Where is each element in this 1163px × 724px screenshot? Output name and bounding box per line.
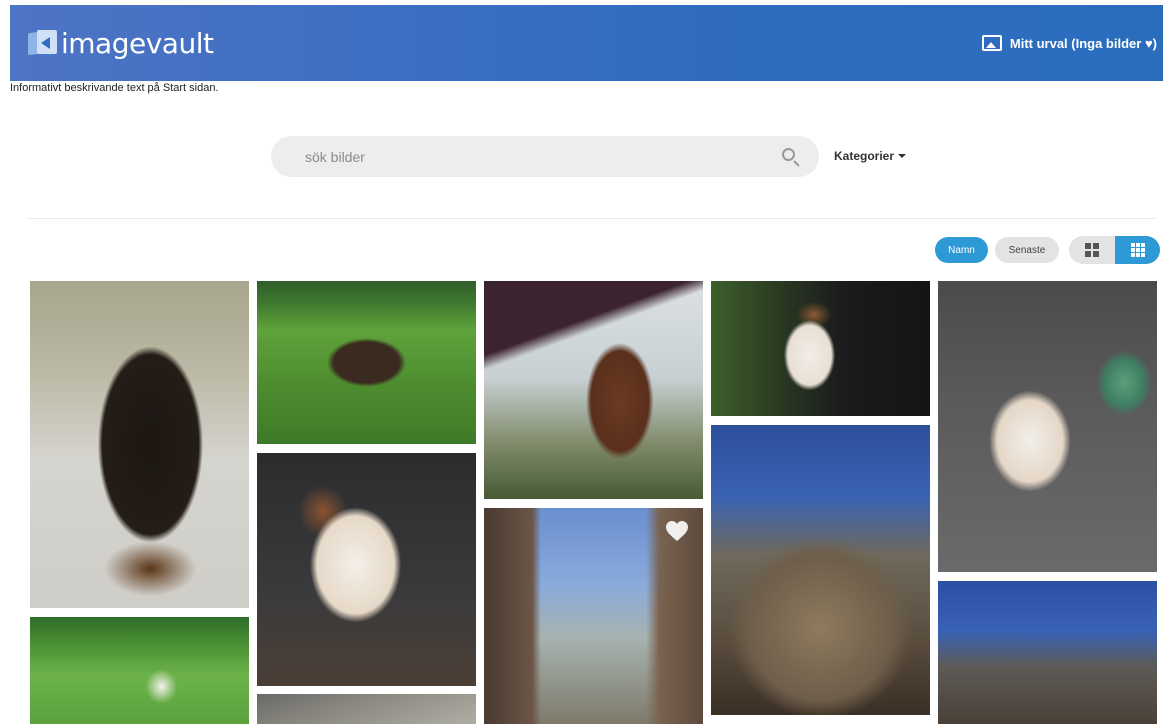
- sort-by-latest-button[interactable]: Senaste: [995, 237, 1059, 263]
- imagevault-logo-icon: [28, 28, 58, 58]
- logo-text: imagevault: [61, 26, 214, 60]
- my-selection-link[interactable]: Mitt urval (Inga bilder ♥): [981, 35, 1157, 51]
- small-grid-view-button[interactable]: [1115, 236, 1160, 264]
- gallery-image[interactable]: [257, 453, 476, 686]
- sort-by-name-button[interactable]: Namn: [935, 237, 988, 263]
- heart-icon[interactable]: [665, 520, 689, 542]
- logo[interactable]: imagevault: [28, 26, 214, 60]
- gallery-image[interactable]: [938, 581, 1157, 724]
- caret-down-icon: [898, 154, 907, 158]
- gallery-image[interactable]: [257, 281, 476, 444]
- search-icon[interactable]: [781, 147, 801, 167]
- search-input[interactable]: [305, 148, 781, 165]
- view-toggle: [1069, 236, 1160, 264]
- categories-dropdown[interactable]: Kategorier: [834, 149, 907, 163]
- gallery-image[interactable]: [30, 617, 249, 724]
- gallery-image[interactable]: [484, 281, 703, 499]
- large-grid-view-button[interactable]: [1069, 236, 1114, 264]
- my-selection-label: Mitt urval (Inga bilder ♥): [1009, 35, 1157, 51]
- gallery-image[interactable]: [711, 281, 930, 416]
- gallery-image[interactable]: [257, 694, 476, 724]
- large-grid-icon: [1084, 243, 1099, 257]
- small-grid-icon: [1130, 243, 1145, 257]
- categories-label: Kategorier: [834, 149, 895, 163]
- gallery-image[interactable]: [30, 281, 249, 608]
- gallery-image[interactable]: [711, 425, 930, 715]
- search-bar: [271, 136, 819, 177]
- intro-text: Informativt beskrivande text på Start si…: [10, 82, 219, 94]
- divider: [26, 218, 1156, 219]
- header-bar: imagevault Mitt urval (Inga bilder ♥): [10, 5, 1163, 81]
- gallery-image[interactable]: [938, 281, 1157, 572]
- gallery-image[interactable]: [484, 508, 703, 724]
- image-icon: [981, 35, 1002, 51]
